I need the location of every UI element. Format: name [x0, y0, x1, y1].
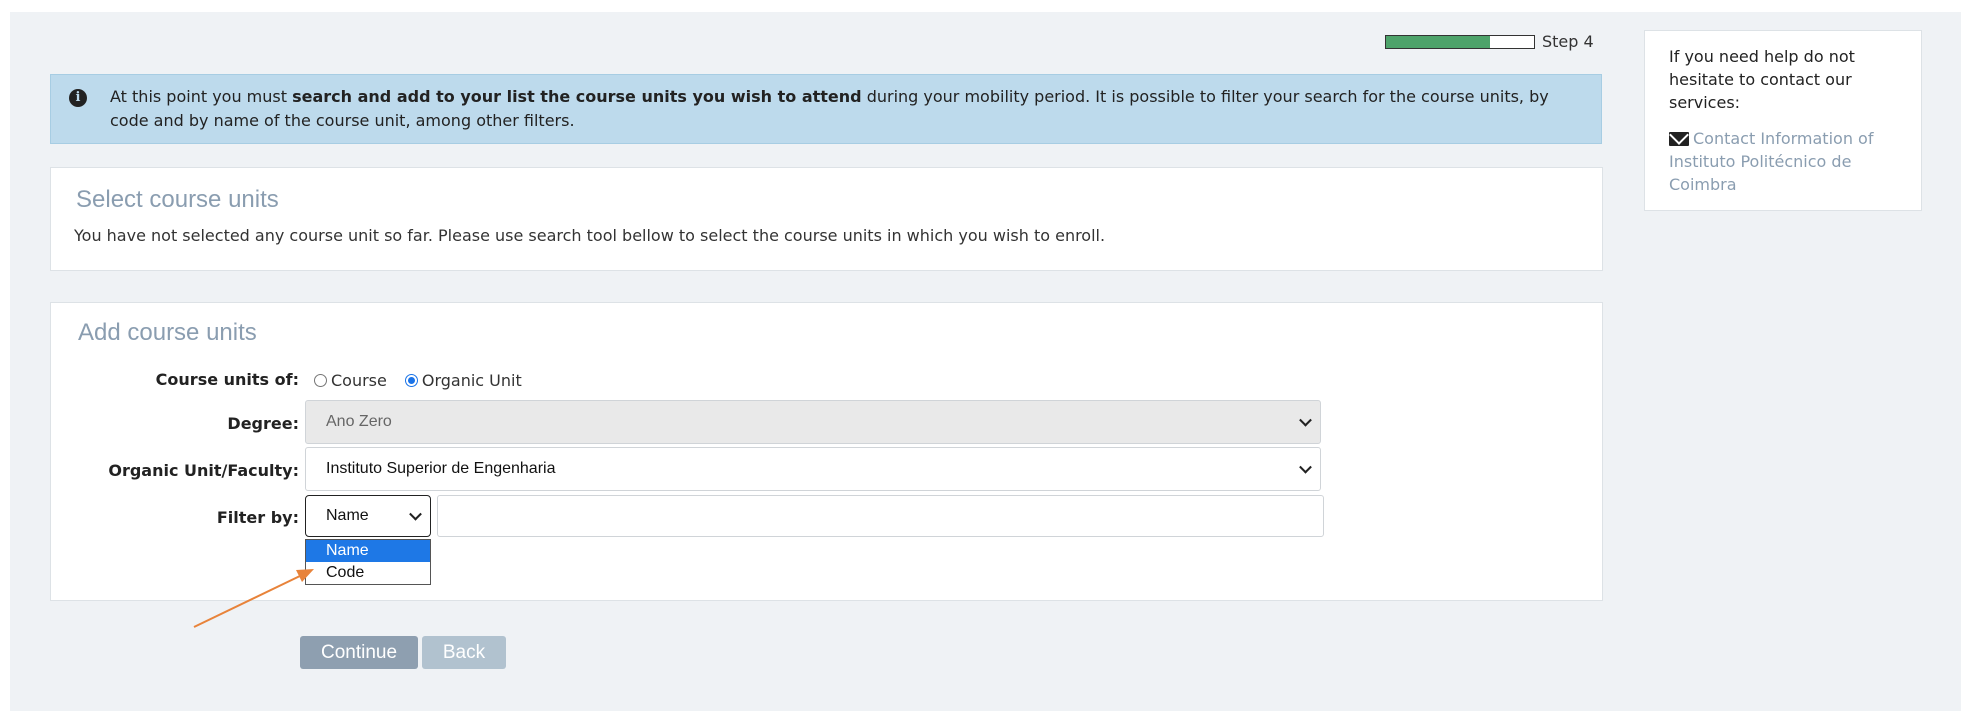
chevron-down-icon — [1299, 460, 1312, 474]
course-units-of-radio-group: Course Organic Unit — [314, 371, 540, 390]
filter-by-dropdown-list: Name Code — [305, 539, 431, 585]
organic-unit-select-value: Instituto Superior de Engenharia — [326, 460, 556, 477]
radio-organic-unit-label: Organic Unit — [421, 371, 522, 390]
alert-text-bold: search and add to your list the course u… — [292, 87, 862, 106]
chevron-down-icon — [409, 507, 422, 521]
step-label: Step 4 — [1542, 32, 1594, 51]
course-units-of-label: Course units of: — [155, 370, 299, 389]
alert-text-intro: At this point you must — [110, 87, 293, 106]
back-button[interactable]: Back — [422, 636, 506, 669]
dropdown-option-code[interactable]: Code — [306, 562, 430, 584]
filter-search-input[interactable] — [437, 495, 1324, 537]
envelope-icon — [1669, 132, 1689, 146]
progress-bar — [1385, 34, 1535, 49]
radio-course-option[interactable]: Course — [314, 371, 387, 390]
alert-text: At this point you must search and add to… — [110, 85, 1561, 133]
annotation-arrow-icon — [193, 569, 314, 628]
radio-organic-unit-option[interactable]: Organic Unit — [404, 371, 522, 390]
radio-organic-unit[interactable] — [404, 374, 418, 387]
radio-course-label: Course — [331, 371, 387, 390]
chevron-down-icon — [1299, 413, 1312, 427]
dropdown-option-name[interactable]: Name — [306, 540, 430, 562]
info-circle-icon: i — [69, 89, 87, 107]
degree-select[interactable]: Ano Zero — [305, 400, 1321, 444]
add-panel-title: Add course units — [78, 319, 257, 346]
contact-info-link-text[interactable]: Contact Information of Instituto Politéc… — [1669, 129, 1873, 194]
add-course-units-panel: Add course units Course units of: Course… — [50, 302, 1603, 601]
step-progress: Step 4 — [1385, 32, 1594, 51]
degree-label: Degree: — [227, 414, 299, 433]
contact-info-link[interactable]: Contact Information of Instituto Politéc… — [1669, 127, 1897, 196]
filter-by-select-value: Name — [326, 507, 369, 524]
info-alert: i At this point you must search and add … — [50, 74, 1602, 144]
organic-unit-select[interactable]: Instituto Superior de Engenharia — [305, 447, 1321, 491]
filter-by-select[interactable]: Name — [305, 495, 431, 537]
degree-select-value: Ano Zero — [326, 413, 392, 430]
organic-unit-label: Organic Unit/Faculty: — [108, 461, 299, 480]
continue-button[interactable]: Continue — [300, 636, 418, 669]
radio-course[interactable] — [314, 374, 327, 387]
progress-fill — [1386, 35, 1490, 48]
no-selection-message: You have not selected any course unit so… — [74, 226, 1106, 245]
select-course-units-panel: Select course units You have not selecte… — [50, 167, 1603, 271]
filter-by-label: Filter by: — [216, 508, 299, 527]
help-text: If you need help do not hesitate to cont… — [1669, 47, 1855, 112]
help-panel: If you need help do not hesitate to cont… — [1644, 30, 1922, 211]
select-panel-title: Select course units — [76, 186, 279, 213]
